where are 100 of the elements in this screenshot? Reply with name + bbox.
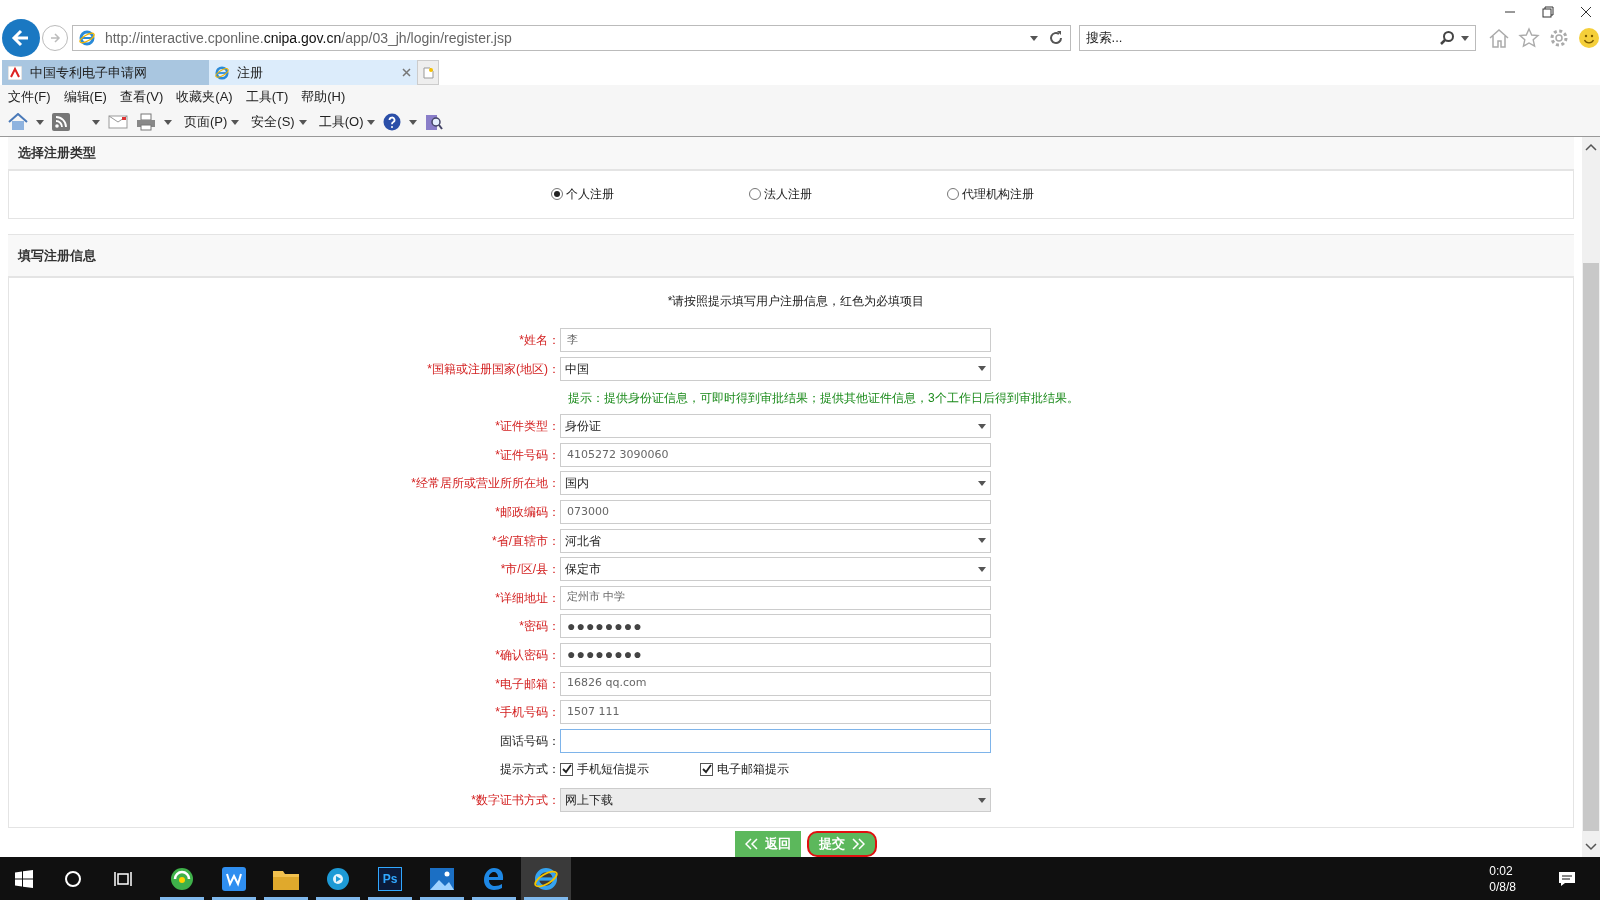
field-label: *证件号码： [494,446,560,464]
checkbox[interactable] [560,762,573,776]
radio-option[interactable]: 法人注册 [749,185,827,204]
radio-option[interactable]: 代理机构注册 [947,185,1034,204]
search-placeholder: 搜索... [1085,29,1124,48]
dropdown-field[interactable]: 保定市 [560,557,991,582]
home-icon[interactable] [8,113,28,131]
edge-browser-icon[interactable] [482,866,506,891]
radio-button[interactable] [749,188,761,201]
checkbox-option[interactable]: 电子邮箱提示 [700,760,840,778]
dropdown-caret-icon [1461,35,1469,41]
help-icon[interactable] [383,113,402,131]
radio-button[interactable] [947,188,959,201]
field-label: *省/直辖市： [491,532,560,550]
menu-item[interactable]: 编辑(E) [63,86,107,107]
field-label: *密码： [518,618,560,636]
writer-app-icon[interactable] [222,866,246,891]
input-field[interactable]: 4105272 3090060 [560,442,991,467]
globe-app-icon[interactable] [170,866,194,891]
field-label: 固话号码： [499,732,560,750]
research-icon[interactable] [425,113,444,131]
dropdown-caret-icon [978,480,986,486]
back-button[interactable] [2,19,40,57]
field-label: *详细地址： [494,589,560,607]
input-field[interactable]: 李 [560,328,991,353]
dropdown-caret-icon [1029,35,1038,41]
new-page-icon [422,66,434,79]
feed-icon[interactable] [52,113,70,131]
menu-item[interactable]: 工具(T) [245,86,289,107]
field-label: *证件类型： [494,418,560,436]
section-header: 选择注册类型 [8,137,1574,171]
close-icon[interactable] [1580,6,1592,18]
password-field[interactable]: ●●●●●●●● [560,614,991,639]
menu-item[interactable]: 帮助(H) [301,86,346,107]
start-icon[interactable] [15,869,33,888]
dropdown-caret-icon [164,119,172,125]
menu-item[interactable]: 收藏夹(A) [176,86,233,107]
scroll-up-icon[interactable] [1585,143,1597,151]
field-label: *手机号码： [494,704,560,722]
notification-icon[interactable] [1558,870,1576,887]
browser-page-icon [215,65,229,80]
input-field[interactable]: 16826 qq.com [560,671,991,696]
toolbar-menu-button[interactable]: 页面(P) [184,112,240,132]
dropdown-caret-icon [978,566,986,572]
photos-app-icon[interactable] [430,867,454,890]
double-chevron-right-icon [851,838,865,850]
password-field[interactable]: ●●●●●●●● [560,642,991,667]
search-icon[interactable] [1439,30,1455,46]
disc-player-icon[interactable] [326,866,350,891]
field-label: *电子邮箱： [494,675,560,693]
address-bar[interactable]: http://interactive.cponline.cnipa.gov.cn/app/03_jh/login/register.jsp [71,25,1071,51]
dropdown-caret-icon [92,119,100,125]
input-field[interactable]: 1507 111 [560,700,991,725]
smiley-icon[interactable] [1578,27,1600,49]
input-field[interactable]: 073000 [560,499,991,524]
dropdown-field[interactable]: 国内 [560,471,991,496]
clock-time: 0:02 [1489,862,1513,879]
field-label: *邮政编码： [494,503,560,521]
dropdown-field[interactable]: 河北省 [560,528,991,553]
checkbox[interactable] [700,762,713,776]
print-icon[interactable] [136,113,156,131]
field-label: *数字证书方式： [470,792,560,809]
dropdown-caret-icon [231,119,240,125]
restore-icon[interactable] [1542,6,1554,18]
forward-arrow-icon [48,32,61,44]
refresh-icon[interactable] [1047,30,1064,46]
photoshop-app-icon[interactable]: Ps [378,866,402,891]
menu-item[interactable]: 文件(F) [8,86,51,107]
dropdown-caret-icon [978,366,986,372]
radio-button[interactable] [551,188,563,201]
toolbar-menu-button[interactable]: 工具(O) [318,112,376,132]
scroll-down-icon[interactable] [1585,843,1597,851]
close-tab-icon[interactable] [402,68,411,77]
browser-tab[interactable]: 中国专利电子申请网 [2,60,209,85]
checkbox-option[interactable]: 手机短信提示 [560,760,700,778]
task-view-icon[interactable] [113,870,133,887]
internet-explorer-icon[interactable] [533,865,559,892]
back-arrow-icon [10,28,31,48]
dropdown-caret-icon [36,119,44,125]
input-field[interactable] [560,728,991,753]
star-icon[interactable] [1518,27,1540,49]
scrollbar[interactable] [1582,137,1600,857]
search-field[interactable]: 搜索... [1078,25,1476,51]
dropdown-caret-icon [298,119,307,125]
input-field[interactable]: 定州市 中学 [560,585,991,610]
dropdown-field[interactable]: 中国 [560,357,991,381]
radio-option[interactable]: 个人注册 [551,185,629,204]
search-icon[interactable] [64,869,82,888]
browser-tab[interactable]: 注册 [209,60,417,85]
section-header: 填写注册信息 [8,234,1574,278]
site-logo-icon [8,65,22,80]
dropdown-field[interactable]: 身份证 [560,414,991,439]
mail-icon[interactable] [108,115,128,129]
field-label: *国籍或注册国家(地区)： [426,361,560,378]
double-chevron-left-icon [745,838,759,850]
toolbar-menu-button[interactable]: 安全(S) [251,112,307,132]
dropdown-caret-icon [978,538,986,544]
menu-item[interactable]: 查看(V) [119,86,164,107]
field-label: *确认密码： [494,646,560,664]
dropdown-caret-icon [978,797,986,803]
